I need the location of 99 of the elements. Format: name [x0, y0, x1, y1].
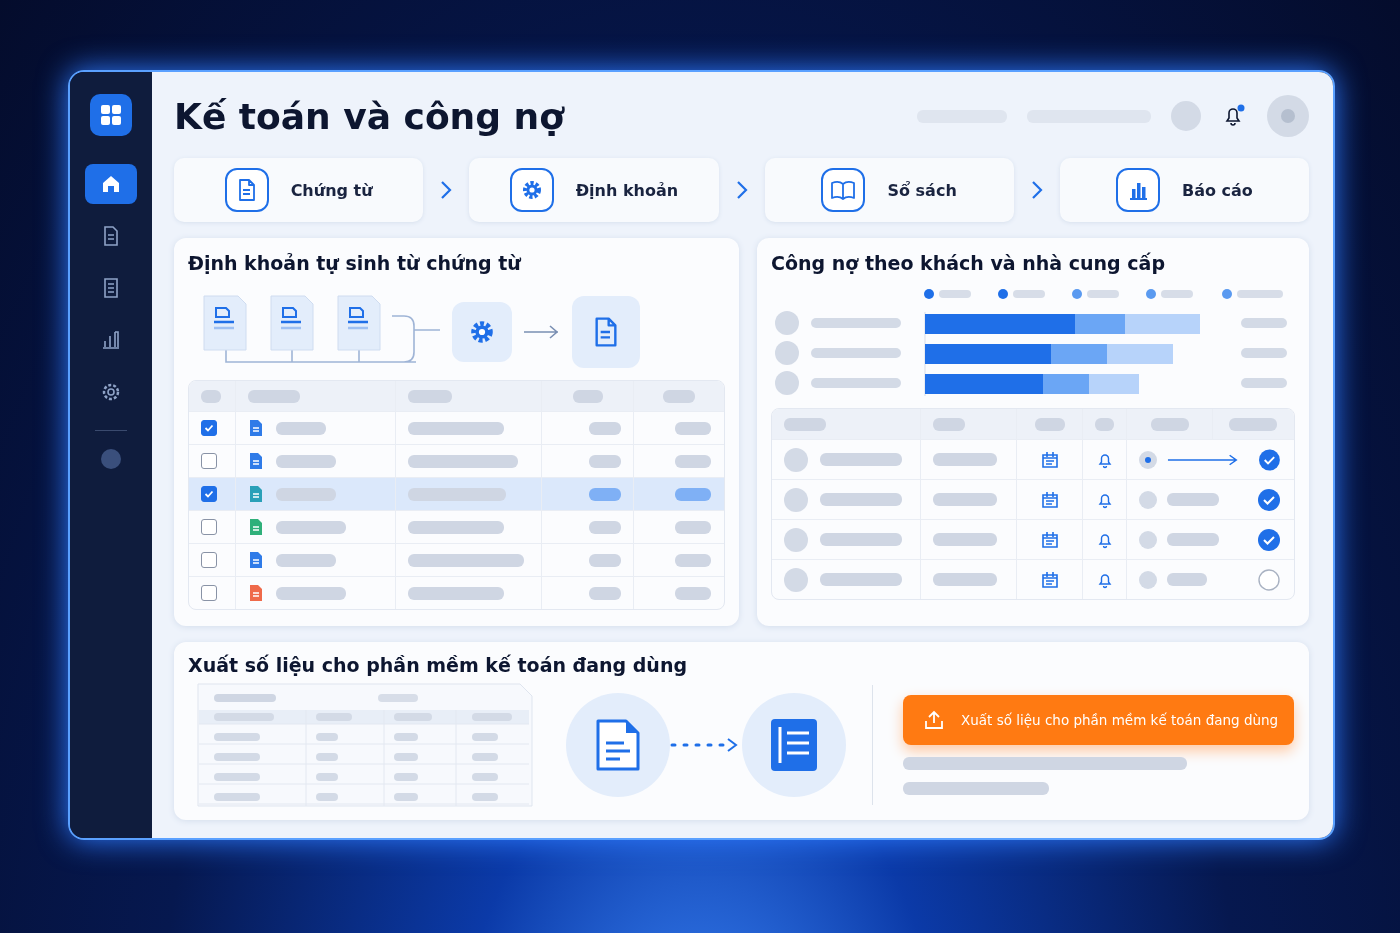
placeholder-bar	[675, 421, 711, 435]
placeholder-bar	[675, 487, 711, 501]
checkbox[interactable]	[201, 453, 217, 469]
voucher-row[interactable]	[189, 411, 724, 444]
step-label: Chứng từ	[290, 180, 373, 200]
placeholder-bar	[1228, 417, 1277, 431]
placeholder-bar	[589, 553, 621, 567]
avatar-placeholder	[1171, 101, 1201, 131]
placeholder-bar	[933, 417, 965, 431]
radio-dot	[1139, 450, 1157, 469]
legend-dot	[1146, 289, 1156, 299]
avatar-placeholder	[784, 487, 808, 512]
placeholder-bar	[248, 389, 300, 403]
workflow-step[interactable]: Chứng từ	[174, 158, 424, 222]
checkbox[interactable]	[201, 519, 217, 535]
placeholder-bar	[572, 389, 603, 403]
placeholder-bar	[675, 520, 711, 534]
checkmark-icon	[204, 489, 214, 499]
chevron-right-icon	[1029, 180, 1044, 200]
settings-icon	[452, 302, 512, 362]
avatar-placeholder	[784, 527, 808, 552]
legend-dot	[998, 289, 1008, 299]
placeholder-bar	[933, 533, 997, 546]
placeholder-bar	[276, 454, 336, 468]
workflow-step[interactable]: Sổ sách	[764, 158, 1014, 222]
workflow-step[interactable]: Báo cáo	[1059, 158, 1309, 222]
placeholder-bar	[1013, 290, 1045, 298]
legend-dot	[1222, 289, 1232, 299]
avatar-placeholder	[784, 447, 808, 472]
arrow-icon	[1167, 453, 1240, 466]
upload-icon	[923, 709, 945, 731]
placeholder-bar	[1167, 493, 1219, 506]
checkbox[interactable]	[201, 552, 217, 568]
chevron-right-icon	[439, 180, 454, 200]
placeholder-bar	[1237, 290, 1283, 298]
placeholder-bar	[589, 520, 621, 534]
placeholder-bar	[1167, 573, 1207, 586]
chevron-right-icon	[734, 180, 749, 200]
checkbox[interactable]	[201, 486, 217, 502]
calendar-icon[interactable]	[1039, 449, 1060, 470]
page-title: Kế toán và công nợ	[174, 95, 566, 137]
journal-document-icon	[572, 296, 640, 368]
placeholder-bar	[1241, 348, 1287, 358]
panel-title: Định khoản tự sinh từ chứng từ	[188, 252, 522, 274]
sidebar-item[interactable]	[85, 164, 137, 204]
placeholder-bar	[408, 389, 452, 403]
placeholder-bar	[589, 454, 621, 468]
placeholder-bar	[589, 586, 621, 600]
checkbox[interactable]	[201, 585, 217, 601]
step-label: Báo cáo	[1181, 180, 1253, 200]
calendar-icon[interactable]	[1039, 569, 1060, 590]
placeholder-bar	[276, 487, 336, 501]
legend-dot	[924, 289, 934, 299]
workflow-step[interactable]: Định khoản	[469, 158, 719, 222]
placeholder-bar	[276, 586, 346, 600]
step-label: Định khoản	[575, 180, 679, 200]
calendar-icon[interactable]	[1039, 489, 1060, 510]
avatar-placeholder	[1139, 570, 1157, 589]
legend-dot	[1072, 289, 1082, 299]
placeholder-bar	[675, 454, 711, 468]
panel-title: Xuất số liệu cho phần mềm kế toán đang dùng	[188, 654, 689, 676]
avatar-placeholder	[1139, 530, 1157, 549]
placeholder-bar	[276, 520, 346, 534]
checkbox[interactable]	[201, 420, 217, 436]
placeholder-bar	[675, 586, 711, 600]
placeholder-bar	[933, 453, 997, 466]
placeholder-bar	[933, 493, 997, 506]
placeholder-bar	[276, 421, 326, 435]
avatar-placeholder	[784, 567, 808, 592]
checkmark-icon	[204, 423, 214, 433]
panel-title: Công nợ theo khách và nhà cung cấp	[771, 252, 1166, 274]
placeholder-bar	[1167, 533, 1219, 546]
placeholder-bar	[589, 487, 621, 501]
avatar-placeholder	[775, 371, 799, 395]
placeholder-bar	[1034, 417, 1065, 431]
bar-segment	[1107, 344, 1173, 364]
placeholder-bar	[589, 421, 621, 435]
placeholder-bar	[276, 553, 336, 567]
placeholder-bar	[784, 417, 826, 431]
placeholder-bar	[939, 290, 971, 298]
app-logo-icon	[90, 94, 132, 136]
placeholder-bar	[675, 553, 711, 567]
placeholder-bar	[201, 389, 221, 403]
avatar-placeholder	[775, 311, 799, 335]
placeholder-bar	[662, 389, 695, 403]
status-dot	[101, 449, 121, 469]
placeholder-bar	[1161, 290, 1193, 298]
placeholder-bar	[1241, 378, 1287, 388]
placeholder-bar	[1241, 318, 1287, 328]
calendar-icon[interactable]	[1039, 529, 1060, 550]
voucher-row[interactable]	[189, 477, 724, 510]
step-label: Sổ sách	[887, 180, 957, 200]
bar-segment	[1089, 374, 1139, 394]
placeholder-bar	[1095, 417, 1114, 431]
avatar-placeholder	[1139, 490, 1157, 509]
avatar-placeholder	[775, 341, 799, 365]
placeholder-bar	[1150, 417, 1189, 431]
placeholder-bar	[933, 573, 997, 586]
placeholder-bar	[1087, 290, 1119, 298]
